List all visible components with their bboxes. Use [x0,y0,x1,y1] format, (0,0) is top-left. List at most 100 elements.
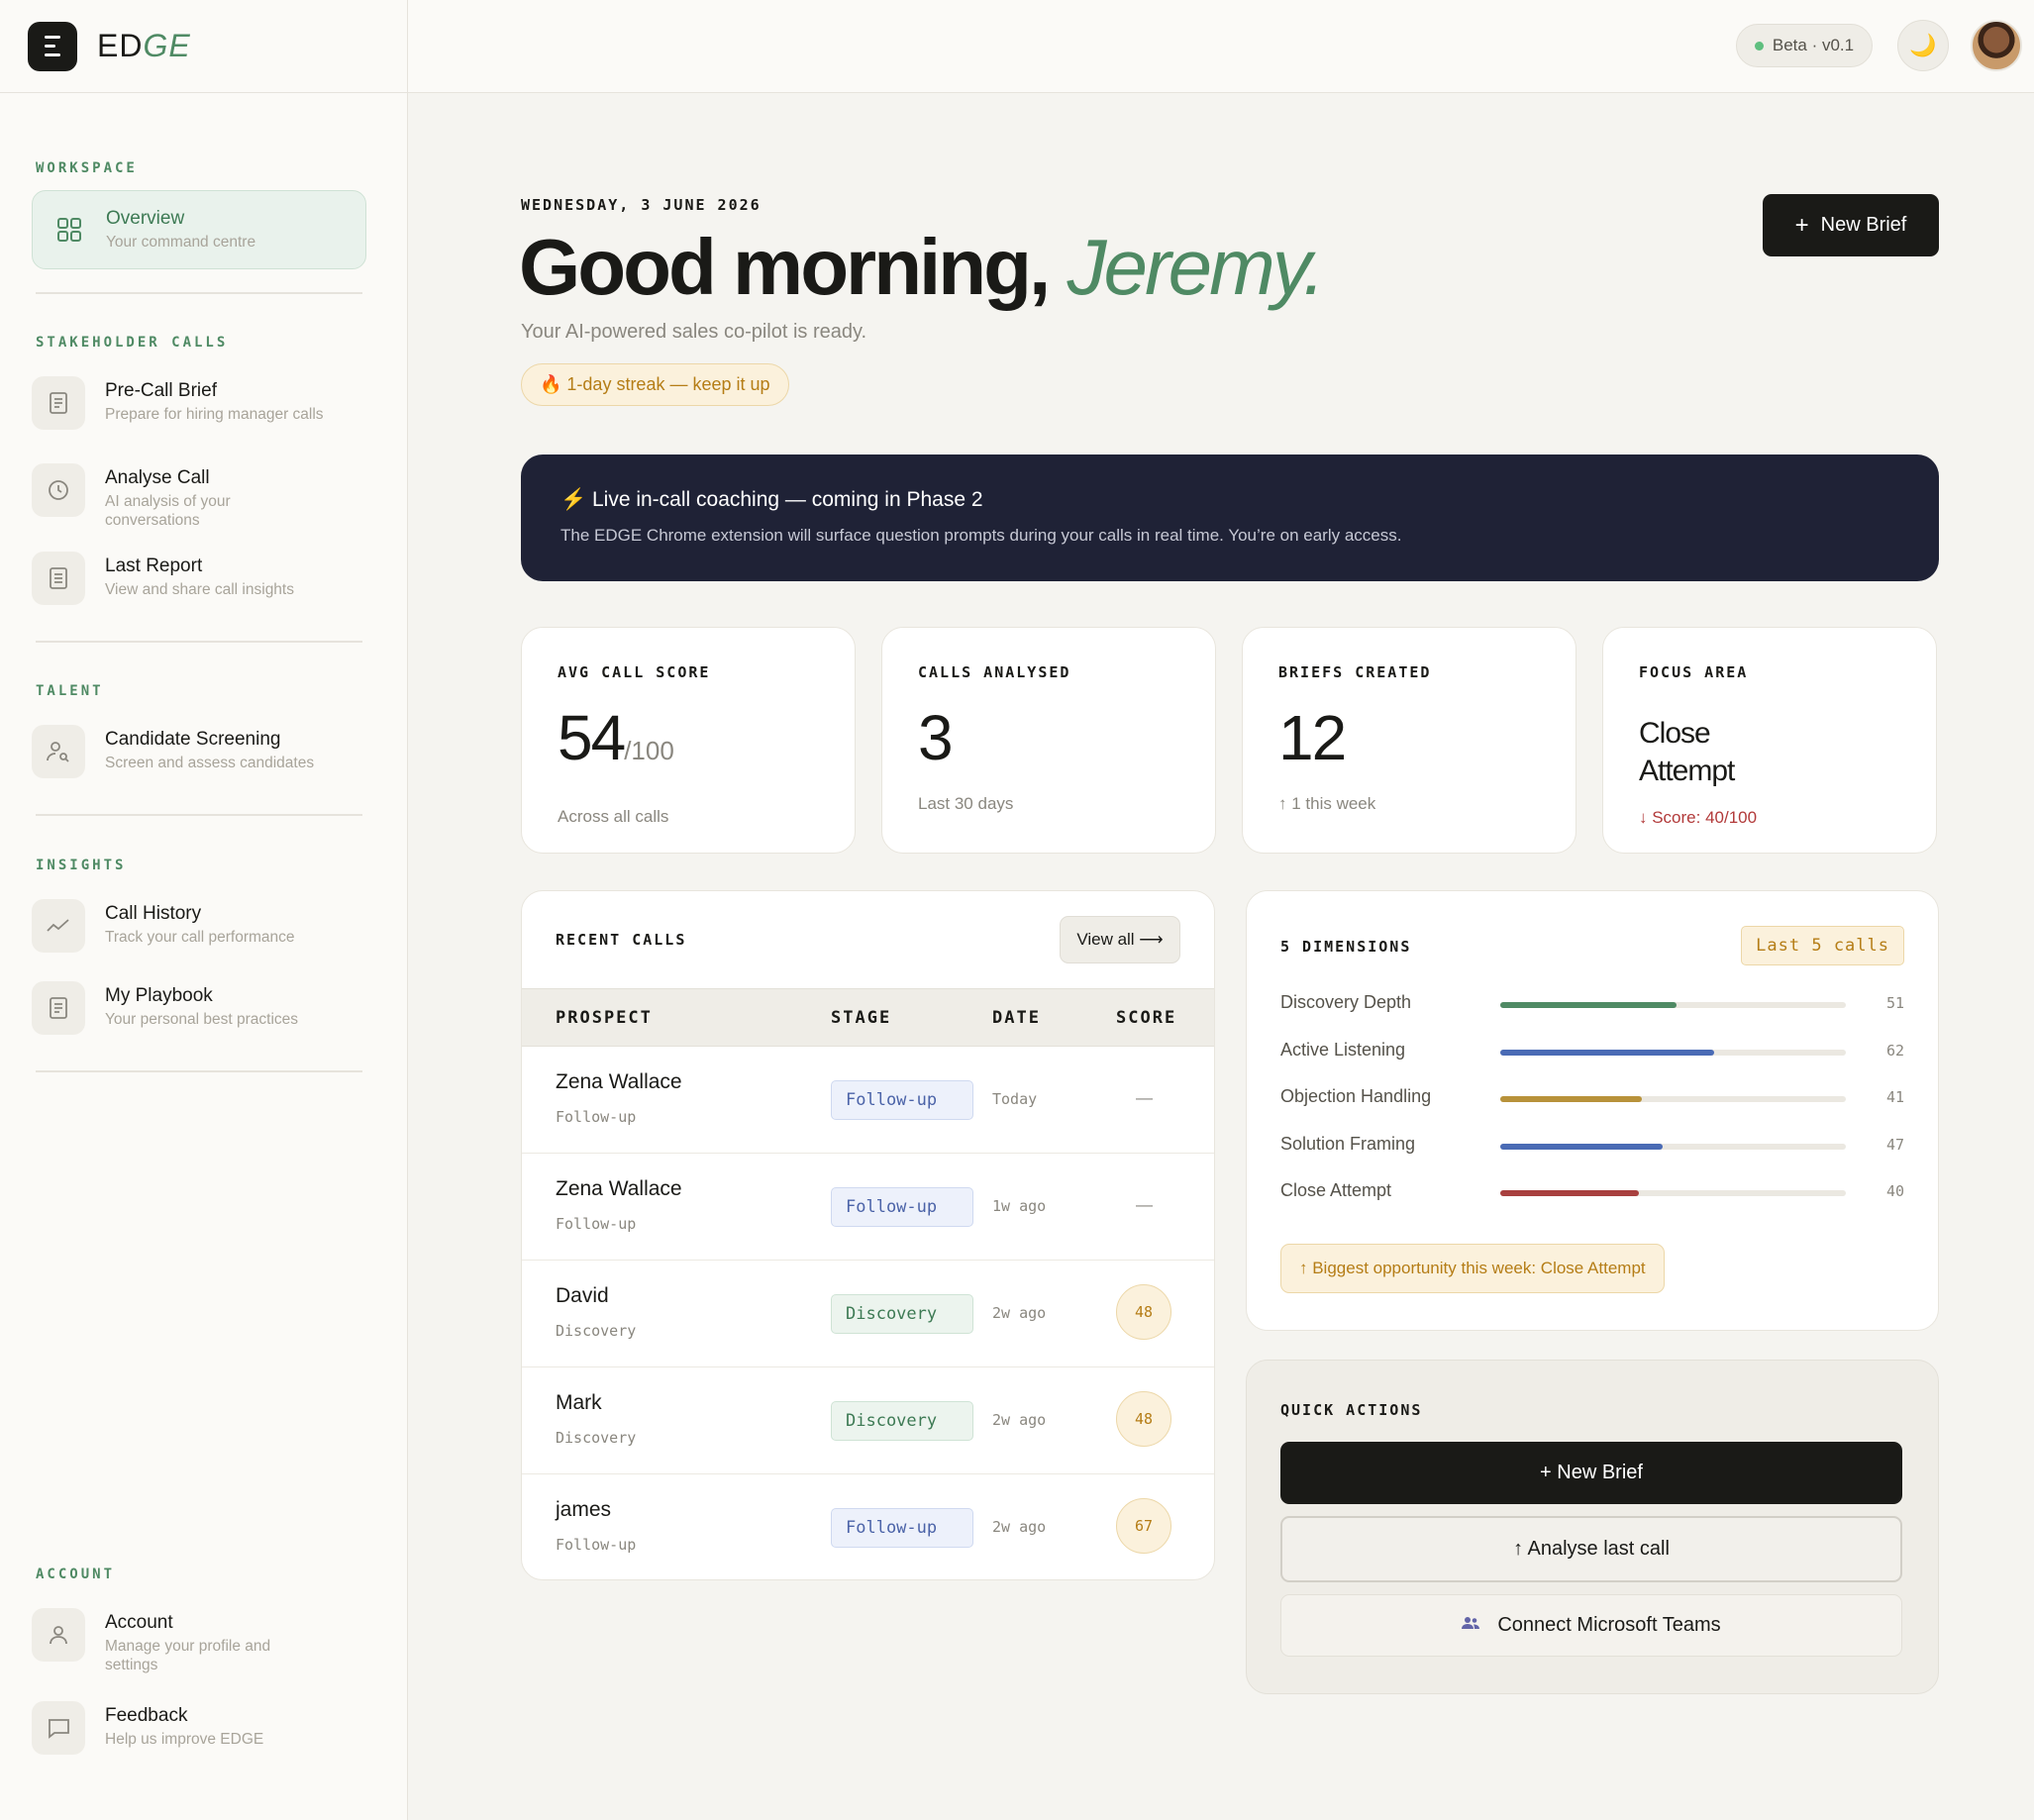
plus-icon: + [1794,211,1809,239]
sidebar-item-label: Candidate Screening [105,729,281,750]
menu-icon[interactable] [28,21,77,71]
teams-icon [1462,1616,1480,1635]
section-workspace: WORKSPACE [36,160,138,176]
document-icon [32,376,85,430]
sidebar-item-label: Feedback [105,1705,188,1726]
dimension-row: Objection Handling 41 [1280,1084,1904,1114]
brand-logo[interactable]: EDGE [97,28,191,64]
stat-note: ↑ 1 this week [1278,794,1376,813]
section-account: ACCOUNT [36,1567,116,1582]
current-date: WEDNESDAY, 3 JUNE 2026 [521,196,762,214]
column-header-date[interactable]: DATE [992,1008,1041,1028]
stat-note: Across all calls [558,807,669,826]
table-row[interactable]: james Follow-up Follow-up 2w ago 67 [522,1474,1214,1579]
avg-score-value: 54 [558,702,626,773]
sidebar-item-label: Last Report [105,556,203,576]
sidebar: EDGE WORKSPACE Overview Your command cen… [0,0,408,1820]
table-row[interactable]: Mark Discovery Discovery 2w ago 48 [522,1367,1214,1474]
sidebar-item-call-history[interactable]: Call History Track your call performance [32,899,368,953]
sidebar-item-label: Pre-Call Brief [105,380,217,401]
new-brief-label: New Brief [1820,214,1907,236]
sidebar-item-label: My Playbook [105,985,213,1006]
prospect-name: james [556,1498,612,1521]
stat-value: 12 [1278,702,1347,773]
call-date: 2w ago [992,1518,1047,1536]
page-title: Good morning, Jeremy. [519,222,1325,313]
dimension-fill [1500,1190,1639,1196]
prospect-sub: Follow-up [556,1536,637,1554]
dimension-track [1500,1002,1846,1008]
banner-title: ⚡ Live in-call coaching — coming in Phas… [560,488,983,511]
status-dot-icon [1754,41,1764,51]
column-header-stage[interactable]: STAGE [831,1008,891,1028]
stage-badge: Follow-up [831,1508,973,1548]
brand-name-part1: ED [97,28,144,63]
view-all-button[interactable]: View all ⟶ [1060,916,1180,963]
call-date: Today [992,1090,1038,1108]
analyse-last-call-button[interactable]: ↑ Analyse last call [1280,1516,1902,1582]
dimension-name: Active Listening [1280,1039,1406,1060]
sidebar-item-label: Account [105,1612,173,1633]
prospect-name: Zena Wallace [556,1177,682,1200]
sidebar-item-sub: View and share call insights [105,581,294,598]
stat-value: 54/100 [558,705,819,783]
divider [36,292,362,294]
dimension-fill [1500,1002,1677,1008]
banner-body: The EDGE Chrome extension will surface q… [560,526,1402,545]
call-date: 2w ago [992,1304,1047,1322]
focus-value-line2: Attempt [1639,755,1735,787]
dimension-value: 51 [1885,994,1904,1012]
quick-new-brief-button[interactable]: + New Brief [1280,1442,1902,1504]
user-name: Jeremy. [1067,223,1325,311]
stage-badge: Discovery [831,1401,973,1441]
user-icon [32,1608,85,1662]
section-insights: INSIGHTS [36,858,127,873]
stage-badge: Follow-up [831,1187,973,1227]
brand-name-part2: GE [143,28,191,63]
prospect-sub: Follow-up [556,1215,637,1233]
sidebar-item-account[interactable]: Account Manage your profile and settings [32,1608,368,1674]
stat-label: BRIEFS CREATED [1278,663,1432,681]
recent-calls-header: RECENT CALLS View all ⟶ [522,891,1214,988]
moon-icon: 🌙 [1909,33,1937,57]
prospect-name: Mark [556,1391,602,1414]
dimension-value: 47 [1885,1135,1904,1154]
stat-note: Last 30 days [918,794,1014,813]
avatar[interactable] [1971,20,2022,71]
sidebar-item-last-report[interactable]: Last Report View and share call insights [32,552,368,605]
dimension-name: Solution Framing [1280,1133,1416,1154]
column-header-prospect[interactable]: PROSPECT [556,1008,653,1028]
dimension-row: Solution Framing 47 [1280,1132,1904,1162]
sidebar-item-overview[interactable]: Overview Your command centre [32,190,366,269]
stat-card-focus-area: FOCUS AREA Close Attempt ↓ Score: 40/100 [1602,627,1937,854]
sidebar-item-pre-call-brief[interactable]: Pre-Call Brief Prepare for hiring manage… [32,376,368,430]
table-row[interactable]: David Discovery Discovery 2w ago 48 [522,1261,1214,1367]
stat-card-calls-analysed: CALLS ANALYSED 3 Last 30 days [881,627,1216,854]
call-date: 2w ago [992,1411,1047,1429]
dimension-fill [1500,1049,1715,1056]
dimension-track [1500,1143,1846,1150]
stat-card-briefs-created: BRIEFS CREATED 12 ↑ 1 this week [1242,627,1576,854]
new-brief-button[interactable]: + New Brief [1763,194,1939,256]
sidebar-item-sub: Manage your profile and settings [105,1638,271,1673]
sidebar-item-sub: Track your call performance [105,929,295,946]
table-row[interactable]: Zena Wallace Follow-up Follow-up Today — [522,1047,1214,1154]
table-row[interactable]: Zena Wallace Follow-up Follow-up 1w ago … [522,1154,1214,1261]
stat-label: FOCUS AREA [1639,663,1749,681]
dimension-track [1500,1049,1846,1056]
sidebar-item-feedback[interactable]: Feedback Help us improve EDGE [32,1701,368,1755]
dimension-name: Close Attempt [1280,1180,1392,1200]
dark-mode-toggle[interactable]: 🌙 [1897,20,1949,71]
sidebar-item-analyse-call[interactable]: Analyse Call AI analysis of your convers… [32,463,368,530]
sidebar-item-candidate-screening[interactable]: Candidate Screening Screen and assess ca… [32,725,368,778]
sidebar-item-my-playbook[interactable]: My Playbook Your personal best practices [32,981,368,1035]
column-header-score[interactable]: SCORE [1116,1008,1176,1028]
dimensions-card: 5 DIMENSIONS Last 5 calls Discovery Dept… [1246,890,1939,1331]
sidebar-item-sub: Help us improve EDGE [105,1731,264,1748]
sidebar-item-sub: Prepare for hiring manager calls [105,406,324,423]
focus-value: Close Attempt [1639,715,1900,790]
last-calls-badge: Last 5 calls [1741,926,1904,965]
connect-teams-button[interactable]: Connect Microsoft Teams [1280,1594,1902,1657]
prospect-sub: Follow-up [556,1108,637,1126]
page-subtitle: Your AI-powered sales co-pilot is ready. [521,321,867,343]
